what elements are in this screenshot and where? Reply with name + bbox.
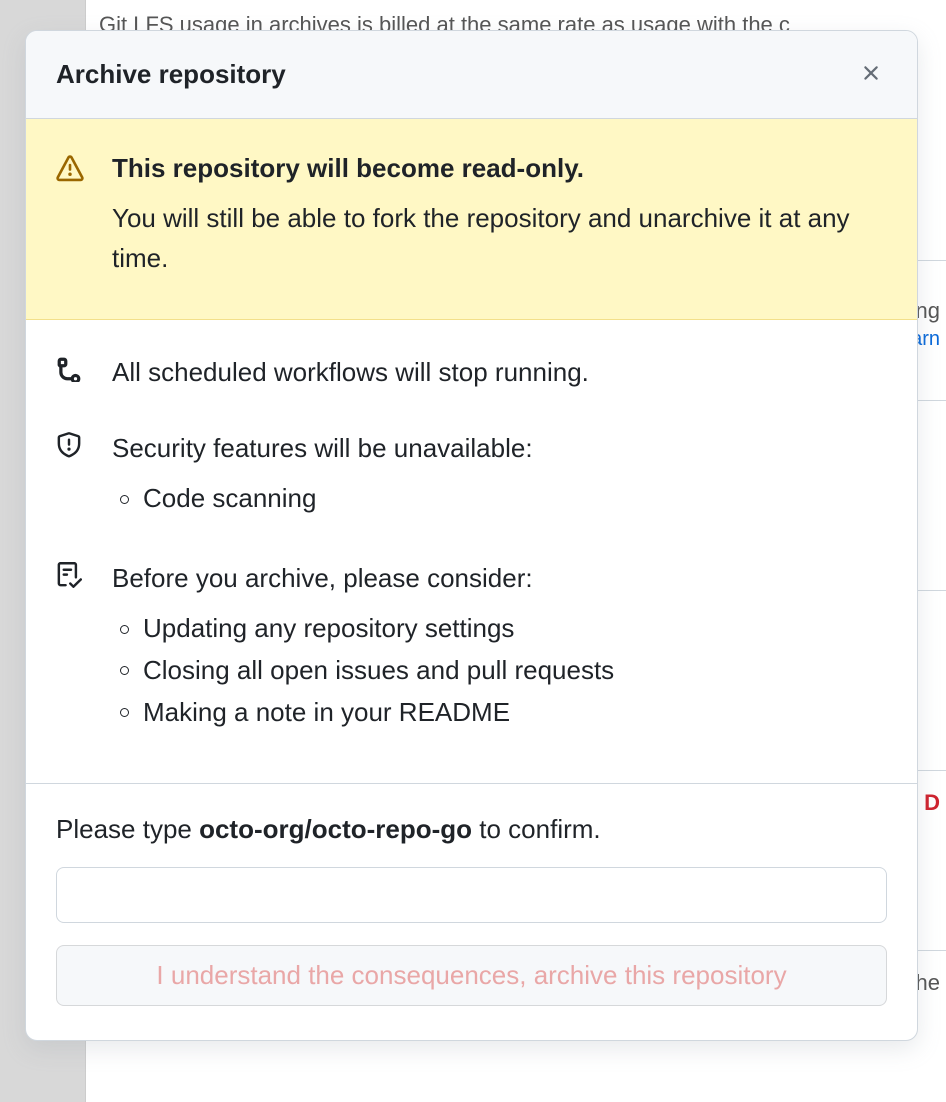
consider-list: Updating any repository settings Closing… (112, 608, 887, 733)
modal-footer: Please type octo-org/octo-repo-go to con… (26, 783, 917, 1040)
shield-icon (56, 432, 84, 520)
warning-content: This repository will become read-only. Y… (112, 153, 887, 279)
list-item: Code scanning (112, 478, 887, 520)
warning-subtitle: You will still be able to fork the repos… (112, 198, 887, 279)
list-item: Closing all open issues and pull request… (112, 650, 887, 692)
confirm-label: Please type octo-org/octo-repo-go to con… (56, 814, 887, 845)
security-heading: Security features will be unavailable: (112, 430, 887, 466)
confirm-input[interactable] (56, 867, 887, 923)
consider-heading: Before you archive, please consider: (112, 560, 887, 596)
security-list: Code scanning (112, 478, 887, 520)
modal-header: Archive repository (26, 31, 917, 119)
workflow-icon (56, 356, 84, 390)
archive-confirm-button[interactable]: I understand the consequences, archive t… (56, 945, 887, 1006)
modal-title: Archive repository (56, 59, 286, 90)
security-row: Security features will be unavailable: C… (56, 430, 887, 520)
bg-fragment-1: ng (916, 298, 940, 323)
bg-danger-fragment: D (924, 790, 940, 815)
close-icon (859, 61, 883, 88)
info-section: All scheduled workflows will stop runnin… (26, 320, 917, 784)
alert-icon (56, 155, 84, 279)
list-item: Making a note in your README (112, 692, 887, 734)
close-button[interactable] (855, 57, 887, 92)
warning-title: This repository will become read-only. (112, 153, 887, 184)
workflows-row: All scheduled workflows will stop runnin… (56, 354, 887, 390)
list-item: Updating any repository settings (112, 608, 887, 650)
consider-row: Before you archive, please consider: Upd… (56, 560, 887, 733)
workflows-text: All scheduled workflows will stop runnin… (112, 354, 887, 390)
checklist-icon (56, 562, 84, 733)
warning-banner: This repository will become read-only. Y… (26, 119, 917, 320)
repo-slug: octo-org/octo-repo-go (199, 814, 472, 844)
archive-repository-modal: Archive repository This repository will … (25, 30, 918, 1041)
bg-text-fragment: he (916, 970, 940, 995)
